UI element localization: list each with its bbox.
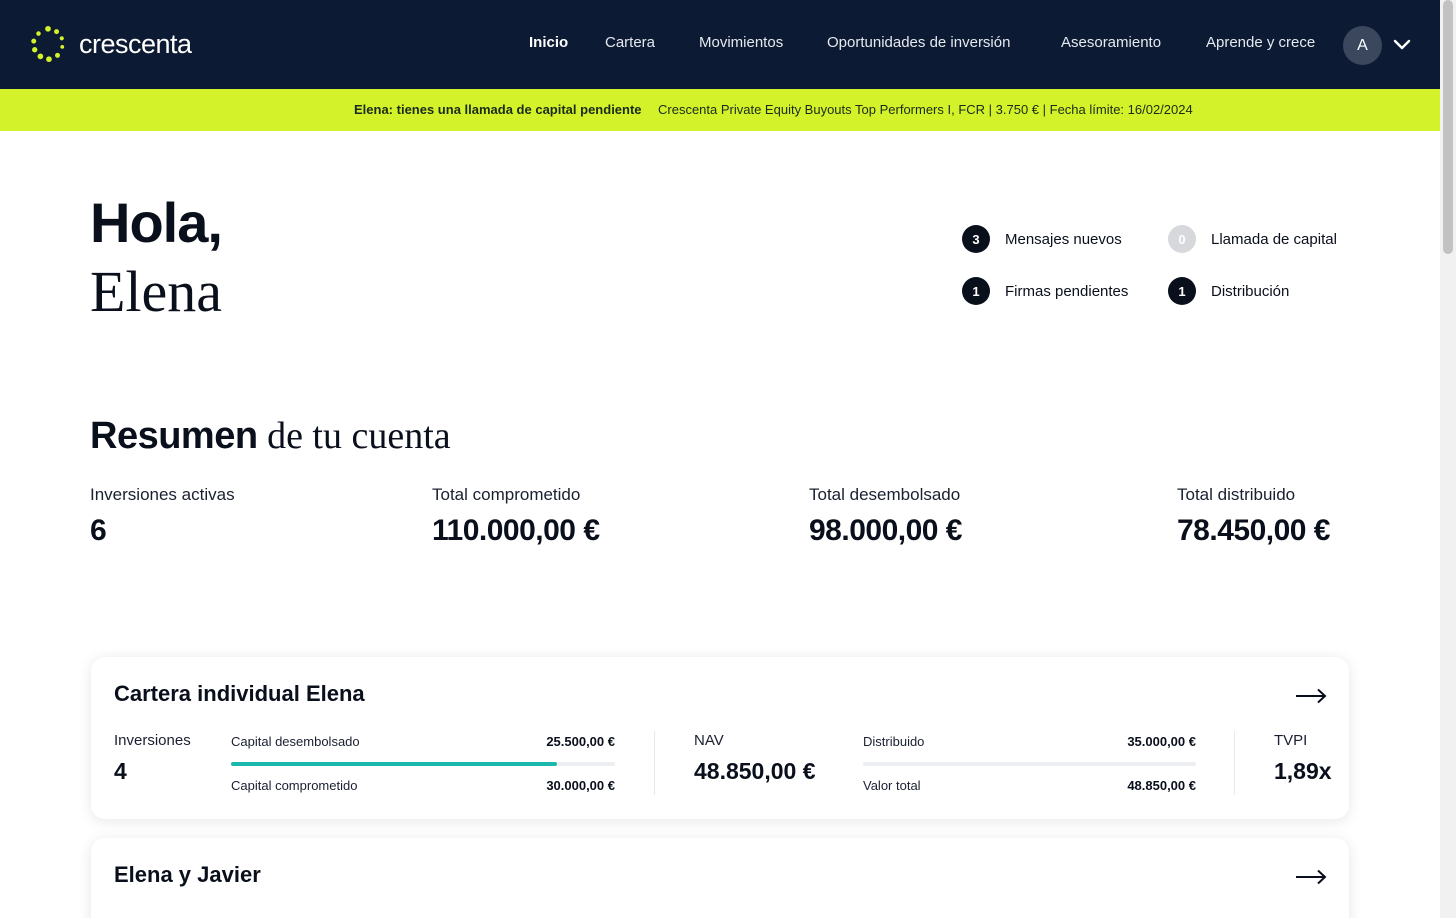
capital-comprometido-value: 30.000,00 € <box>546 778 615 793</box>
user-avatar[interactable]: A <box>1343 26 1382 65</box>
column-divider <box>654 731 655 795</box>
capital-call-banner[interactable]: Elena: tienes una llamada de capital pen… <box>0 89 1440 131</box>
portfolio-title: Cartera individual Elena <box>114 681 365 706</box>
capital-desembolsado-label: Capital desembolsado <box>231 734 360 749</box>
stat-value-desembolsado: 98.000,00 € <box>809 514 962 547</box>
tvpi-value: 1,89x <box>1274 758 1332 784</box>
stat-label-comprometido: Total comprometido <box>432 485 581 504</box>
arrow-right-icon[interactable] <box>1295 869 1327 885</box>
nav-item-movimientos[interactable]: Movimientos <box>699 34 783 51</box>
nav-item-aprende[interactable]: Aprende y crece <box>1206 34 1315 51</box>
chevron-down-icon[interactable] <box>1392 36 1412 54</box>
capital-desembolsado-value: 25.500,00 € <box>546 734 615 749</box>
valor-total-value: 48.850,00 € <box>1127 778 1196 793</box>
portfolio-title: Elena y Javier <box>114 862 261 887</box>
capital-comprometido-label: Capital comprometido <box>231 778 358 793</box>
firmas-label: Firmas pendientes <box>1005 282 1129 300</box>
distribuido-label: Distribuido <box>863 734 925 749</box>
stat-label-distribuido: Total distribuido <box>1177 485 1296 504</box>
portfolio-card[interactable]: Elena y Javier <box>91 838 1349 918</box>
stat-label-desembolsado: Total desembolsado <box>809 485 961 504</box>
nav-item-oportunidades[interactable]: Oportunidades de inversión <box>827 34 1010 51</box>
distribuido-progress-track <box>863 762 1196 766</box>
stat-value-inversiones: 6 <box>90 514 107 547</box>
desembolsado-progress-fill <box>231 762 558 766</box>
logo-wordmark: crescenta <box>79 28 192 59</box>
llamada-count-badge: 0 <box>1168 225 1196 253</box>
notification-firmas[interactable]: 1 Firmas pendientes <box>962 277 1128 305</box>
summary-title-bold: Resumen <box>90 415 258 457</box>
greeting-hello: Hola, <box>90 191 223 254</box>
distribuido-value: 35.000,00 € <box>1127 734 1196 749</box>
crescenta-logo-icon <box>31 25 65 63</box>
firmas-count-badge: 1 <box>962 277 990 305</box>
greeting-name: Elena <box>90 259 223 324</box>
notification-mensajes[interactable]: 3 Mensajes nuevos <box>962 225 1122 253</box>
column-divider <box>1234 731 1235 795</box>
distribucion-label: Distribución <box>1211 282 1290 300</box>
nav-item-cartera[interactable]: Cartera <box>605 34 655 51</box>
notification-distribucion[interactable]: 1 Distribución <box>1168 277 1289 305</box>
nav-item-inicio[interactable]: Inicio <box>529 34 568 51</box>
banner-details: Crescenta Private Equity Buyouts Top Per… <box>658 102 1193 117</box>
desembolsado-progress-track <box>231 762 615 766</box>
stat-value-comprometido: 110.000,00 € <box>432 514 600 547</box>
inversiones-value: 4 <box>114 758 127 784</box>
portfolio-card[interactable]: Cartera individual Elena Inversiones 4 C… <box>91 657 1349 819</box>
crescenta-logo[interactable]: crescenta <box>29 24 192 64</box>
stat-label-inversiones: Inversiones activas <box>90 485 235 504</box>
nav-value: 48.850,00 € <box>694 758 816 784</box>
nav-label: NAV <box>694 732 724 749</box>
tvpi-label: TVPI <box>1274 732 1308 749</box>
mensajes-label: Mensajes nuevos <box>1005 230 1122 248</box>
nav-item-asesoramiento[interactable]: Asesoramiento <box>1061 34 1161 51</box>
mensajes-count-badge: 3 <box>962 225 990 253</box>
top-navigation-bar: crescenta Inicio Cartera Movimientos Opo… <box>0 0 1440 89</box>
inversiones-label: Inversiones <box>114 732 191 749</box>
stat-value-distribuido: 78.450,00 € <box>1177 514 1330 547</box>
distribucion-count-badge: 1 <box>1168 277 1196 305</box>
banner-title: Elena: tienes una llamada de capital pen… <box>354 102 642 117</box>
notification-llamada-capital[interactable]: 0 Llamada de capital <box>1168 225 1337 253</box>
summary-title: Resumen de tu cuenta <box>90 414 451 458</box>
valor-total-label: Valor total <box>863 778 921 793</box>
scrollbar-thumb[interactable] <box>1443 0 1453 254</box>
arrow-right-icon[interactable] <box>1295 688 1327 704</box>
summary-title-serif: de tu cuenta <box>257 415 451 457</box>
llamada-label: Llamada de capital <box>1211 230 1337 248</box>
